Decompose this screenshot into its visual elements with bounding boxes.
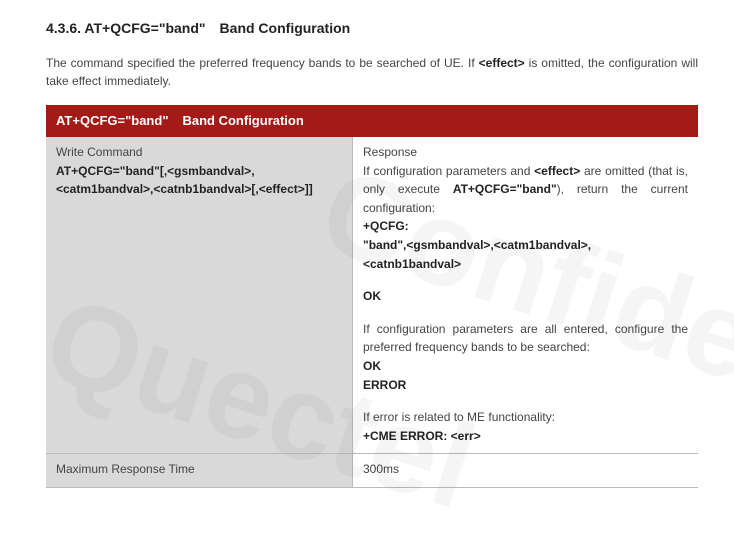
response-cme-error: +CME ERROR: <err>	[363, 427, 688, 446]
command-header-bar: AT+QCFG="band" Band Configuration	[46, 105, 698, 137]
response-error: ERROR	[363, 376, 688, 395]
cmd-literal: AT+QCFG="band"	[453, 182, 557, 196]
mrt-value-cell: 300ms	[353, 454, 699, 488]
write-command-syntax: AT+QCFG="band"[,<gsmbandval>,<catm1bandv…	[56, 162, 342, 199]
effect-param: <effect>	[534, 164, 580, 178]
section-number: 4.3.6.	[46, 20, 81, 36]
response-cell: Response If configuration parameters and…	[353, 137, 699, 454]
section-title-text: Band Configuration	[220, 20, 351, 36]
intro-paragraph: The command specified the preferred freq…	[46, 54, 698, 91]
mrt-label: Maximum Response Time	[56, 462, 195, 476]
table-row: Maximum Response Time 300ms	[46, 454, 698, 488]
mrt-value: 300ms	[363, 462, 399, 476]
response-qcfg-line1: +QCFG:	[363, 217, 688, 236]
mrt-label-cell: Maximum Response Time	[46, 454, 353, 488]
response-paragraph-3: If error is related to ME functionality:	[363, 408, 688, 427]
response-paragraph-1: If configuration parameters and <effect>…	[363, 162, 688, 218]
command-header-title: Band Configuration	[182, 113, 303, 128]
response-ok-2: OK	[363, 357, 688, 376]
page: Quectel Confidential 4.3.6. AT+QCFG="ban…	[0, 0, 734, 498]
response-ok-1: OK	[363, 287, 688, 306]
command-header-cmd: AT+QCFG="band"	[56, 113, 168, 128]
response-qcfg-line2: "band",<gsmbandval>,<catm1bandval>,<catn…	[363, 236, 688, 273]
intro-effect: <effect>	[479, 56, 525, 70]
text: If configuration parameters and	[363, 164, 534, 178]
intro-prefix: The command specified the preferred freq…	[46, 56, 479, 70]
write-command-cell: Write Command AT+QCFG="band"[,<gsmbandva…	[46, 137, 353, 454]
section-heading: 4.3.6. AT+QCFG="band" Band Configuration	[46, 18, 698, 40]
write-command-label: Write Command	[56, 143, 342, 162]
response-label: Response	[363, 143, 688, 162]
section-cmd: AT+QCFG="band"	[84, 20, 205, 36]
table-row: Write Command AT+QCFG="band"[,<gsmbandva…	[46, 137, 698, 454]
command-table: Write Command AT+QCFG="band"[,<gsmbandva…	[46, 137, 698, 488]
response-paragraph-2: If configuration parameters are all ente…	[363, 320, 688, 357]
